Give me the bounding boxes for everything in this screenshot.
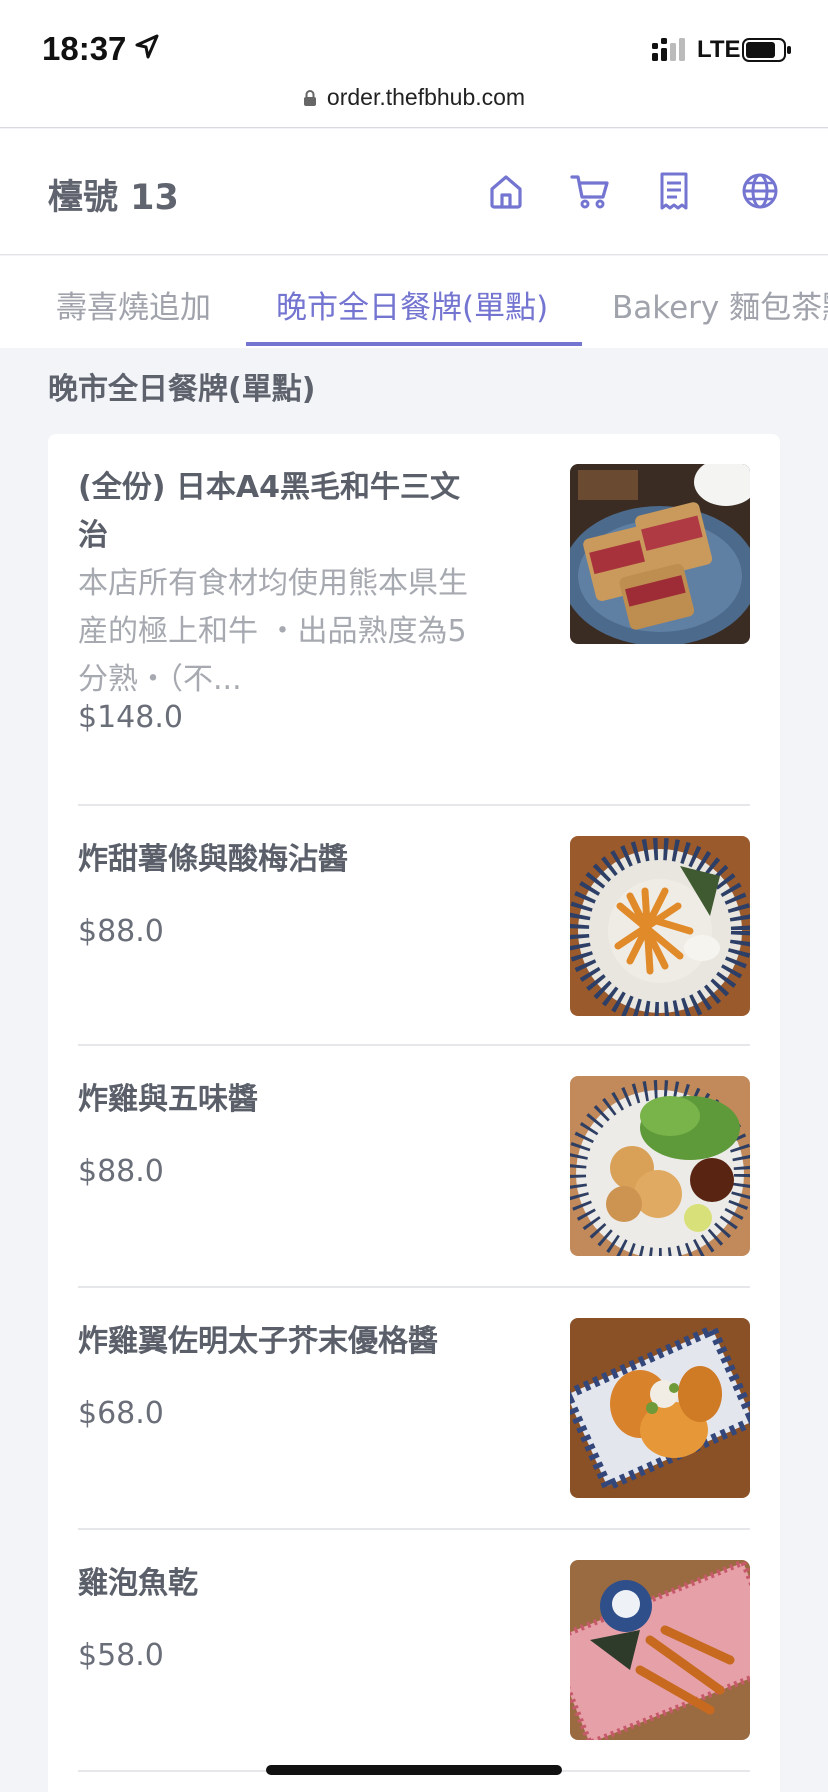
lock-icon [303, 90, 316, 106]
tab-sukiyaki-addon[interactable]: 壽喜燒追加 [56, 282, 211, 327]
home-indicator[interactable] [266, 1765, 562, 1775]
battery-icon [742, 38, 791, 62]
item-price: $88.0 [78, 914, 164, 949]
home-icon[interactable] [486, 171, 526, 211]
app-header: 檯號 13 [0, 129, 828, 255]
menu-item[interactable]: (全份) 日本A4黑毛和牛三文治 本店所有食材均使用熊本県生産的極上和牛 ・出品… [78, 464, 750, 744]
active-tab-indicator [246, 342, 582, 346]
address-bar[interactable]: order.thefbhub.com [0, 84, 828, 111]
item-image[interactable] [570, 1560, 750, 1740]
divider [78, 1044, 750, 1046]
category-tabs: 壽喜燒追加 晚市全日餐牌(單點) Bakery 麵包茶點 [0, 256, 828, 348]
item-image[interactable] [570, 1076, 750, 1256]
item-name: 炸雞翼佐明太子芥末優格醬 [78, 1324, 438, 1359]
item-image[interactable] [570, 836, 750, 1016]
divider [78, 1528, 750, 1530]
section-title: 晚市全日餐牌(單點) [48, 372, 316, 407]
item-description: 本店所有食材均使用熊本県生産的極上和牛 ・出品熟度為5分熟・（不... [78, 566, 468, 697]
tab-bakery[interactable]: Bakery 麵包茶點 [612, 282, 828, 327]
menu-list: (全份) 日本A4黑毛和牛三文治 本店所有食材均使用熊本県生産的極上和牛 ・出品… [48, 434, 780, 1792]
item-name: 雞泡魚乾 [78, 1566, 198, 1601]
table-number: 檯號 13 [48, 178, 179, 218]
status-time: 18:37 [42, 30, 127, 67]
item-name: (全份) 日本A4黑毛和牛三文治 [78, 470, 460, 553]
item-image[interactable] [570, 464, 750, 644]
tab-dinner-menu[interactable]: 晚市全日餐牌(單點) [276, 282, 548, 327]
item-image[interactable] [570, 1318, 750, 1498]
divider [78, 804, 750, 806]
divider [78, 1286, 750, 1288]
menu-item[interactable]: 炸甜薯條與酸梅沾醬 $88.0 [78, 836, 750, 1016]
menu-item[interactable]: 雞泡魚乾 $58.0 [78, 1560, 750, 1740]
cart-icon[interactable] [570, 171, 610, 211]
location-arrow-icon [135, 34, 159, 59]
menu-item[interactable]: 炸雞翼佐明太子芥末優格醬 $68.0 [78, 1318, 750, 1498]
item-price: $68.0 [78, 1396, 164, 1431]
item-price: $88.0 [78, 1154, 164, 1189]
network-type: LTE [697, 36, 741, 63]
status-bar: 18:37 LTE order.thefbhub.com [0, 0, 828, 128]
signal-icon [652, 38, 685, 61]
url-text: order.thefbhub.com [326, 84, 526, 110]
item-price: $58.0 [78, 1638, 164, 1673]
globe-icon[interactable] [740, 171, 780, 211]
item-price: $148.0 [78, 700, 183, 735]
menu-item[interactable]: 炸雞與五味醬 $88.0 [78, 1076, 750, 1256]
item-name: 炸甜薯條與酸梅沾醬 [78, 842, 348, 877]
receipt-icon[interactable] [654, 171, 694, 211]
item-name: 炸雞與五味醬 [78, 1082, 258, 1117]
